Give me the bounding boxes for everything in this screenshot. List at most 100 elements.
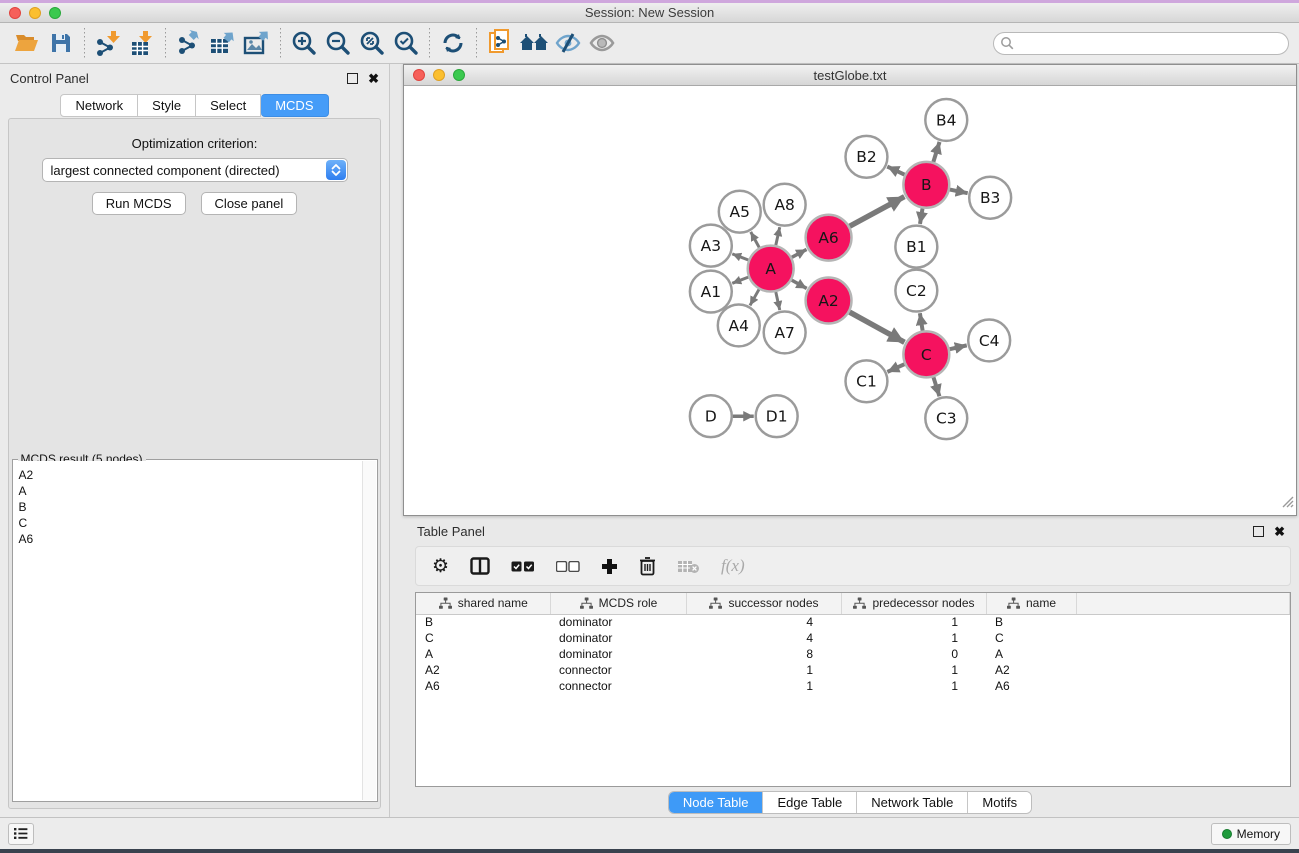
table-options-gear-icon[interactable]: ⚙ — [432, 557, 449, 576]
edge-A-A6[interactable] — [792, 249, 807, 257]
network-canvas[interactable]: B4B2BB3A8A5A6A3B1AA1C2A2A4A7C4CC1DD1C3 — [404, 86, 1296, 515]
table-row[interactable]: A2connector11A2 — [416, 662, 1290, 678]
edge-C-C4[interactable] — [950, 345, 967, 349]
cell[interactable]: A2 — [986, 662, 1076, 678]
show-columns-icon[interactable] — [470, 557, 490, 575]
cell[interactable]: 4 — [686, 630, 841, 646]
edge-A-A1[interactable] — [732, 277, 748, 283]
select-all-columns-icon[interactable] — [511, 561, 535, 572]
edge-B-B2[interactable] — [887, 167, 904, 175]
network-graph[interactable]: B4B2BB3A8A5A6A3B1AA1C2A2A4A7C4CC1DD1C3 — [404, 86, 1296, 515]
export-image-button[interactable] — [240, 27, 274, 59]
criterion-select[interactable]: largest connected component (directed) — [42, 158, 348, 182]
cell[interactable]: dominator — [550, 630, 686, 646]
show-task-history-button[interactable] — [8, 823, 34, 845]
edge-A-A3[interactable] — [732, 254, 748, 260]
run-mcds-button[interactable]: Run MCDS — [92, 192, 186, 215]
result-scrollbar[interactable] — [362, 461, 376, 800]
close-panel-button[interactable]: Close panel — [201, 192, 298, 215]
tab-network[interactable]: Network — [60, 94, 138, 117]
cell[interactable]: dominator — [550, 614, 686, 630]
result-list-item[interactable]: A — [14, 483, 362, 499]
cell[interactable]: A — [986, 646, 1076, 662]
cell[interactable]: connector — [550, 678, 686, 694]
zoom-selected-button[interactable] — [389, 27, 423, 59]
tab-network-table[interactable]: Network Table — [857, 792, 968, 813]
tab-edge-table[interactable]: Edge Table — [763, 792, 857, 813]
cell[interactable]: 8 — [686, 646, 841, 662]
edge-C-C2[interactable] — [920, 313, 923, 331]
export-network-button[interactable] — [172, 27, 206, 59]
cell[interactable]: 1 — [841, 678, 986, 694]
show-graphics-button[interactable] — [585, 27, 619, 59]
save-session-button[interactable] — [44, 27, 78, 59]
refresh-button[interactable] — [436, 27, 470, 59]
open-session-button[interactable] — [10, 27, 44, 59]
zoom-out-button[interactable] — [321, 27, 355, 59]
export-table-button[interactable] — [206, 27, 240, 59]
edge-B-B3[interactable] — [950, 190, 968, 194]
cell[interactable]: C — [416, 630, 550, 646]
delete-column-trash-icon[interactable] — [639, 556, 656, 576]
table-row[interactable]: Adominator80A — [416, 646, 1290, 662]
cell[interactable]: A — [416, 646, 550, 662]
edge-A-A8[interactable] — [776, 227, 780, 245]
edge-A6-B[interactable] — [850, 197, 905, 227]
import-table-button[interactable] — [125, 27, 159, 59]
cell[interactable]: 0 — [841, 646, 986, 662]
edge-A-A2[interactable] — [792, 280, 807, 288]
cell[interactable]: connector — [550, 662, 686, 678]
cell[interactable]: B — [416, 614, 550, 630]
zoom-in-button[interactable] — [287, 27, 321, 59]
cell[interactable]: A2 — [416, 662, 550, 678]
result-list-item[interactable]: B — [14, 499, 362, 515]
column-header-predecessor-nodes[interactable]: predecessor nodes — [841, 593, 986, 614]
tab-select[interactable]: Select — [196, 94, 261, 117]
zoom-fit-button[interactable] — [355, 27, 389, 59]
column-header-MCDS-role[interactable]: MCDS role — [550, 593, 686, 614]
edge-A-A7[interactable] — [776, 292, 780, 310]
edge-C-C3[interactable] — [933, 377, 939, 396]
import-network-button[interactable] — [91, 27, 125, 59]
table-row[interactable]: Bdominator41B — [416, 614, 1290, 630]
node-table[interactable]: shared nameMCDS rolesuccessor nodesprede… — [415, 592, 1291, 787]
tab-mcds[interactable]: MCDS — [261, 94, 328, 117]
tab-style[interactable]: Style — [138, 94, 196, 117]
cell[interactable]: 1 — [686, 678, 841, 694]
function-builder-icon[interactable]: f(x) — [721, 556, 745, 576]
table-row[interactable]: Cdominator41C — [416, 630, 1290, 646]
add-column-icon[interactable] — [601, 558, 618, 575]
cell[interactable]: A6 — [986, 678, 1076, 694]
cell[interactable]: B — [986, 614, 1076, 630]
result-list-item[interactable]: C — [14, 515, 362, 531]
edge-A-A4[interactable] — [750, 289, 759, 305]
edge-A2-C[interactable] — [850, 312, 905, 342]
delete-table-icon[interactable] — [677, 559, 700, 574]
resize-grip-icon[interactable] — [1281, 495, 1294, 513]
cell[interactable]: A6 — [416, 678, 550, 694]
cell[interactable]: 1 — [841, 630, 986, 646]
cell[interactable]: dominator — [550, 646, 686, 662]
cell[interactable]: 1 — [841, 614, 986, 630]
network-window-titlebar[interactable]: testGlobe.txt — [404, 65, 1296, 86]
table-row[interactable]: A6connector11A6 — [416, 678, 1290, 694]
memory-button[interactable]: Memory — [1211, 823, 1291, 845]
hide-graphics-button[interactable] — [551, 27, 585, 59]
float-table-panel-icon[interactable] — [1253, 526, 1264, 537]
result-list-item[interactable]: A2 — [14, 467, 362, 483]
home-button[interactable] — [517, 27, 551, 59]
result-list-item[interactable]: A6 — [14, 531, 362, 547]
share-session-button[interactable] — [483, 27, 517, 59]
edge-B-B4[interactable] — [933, 142, 939, 162]
mcds-result-list[interactable]: A2ABCA6 — [14, 461, 362, 800]
tab-node-table[interactable]: Node Table — [669, 792, 764, 813]
edge-B-B1[interactable] — [920, 208, 923, 224]
column-header-successor-nodes[interactable]: successor nodes — [686, 593, 841, 614]
cell[interactable]: C — [986, 630, 1076, 646]
close-panel-icon[interactable]: ✖ — [368, 73, 379, 84]
edge-C-C1[interactable] — [887, 364, 904, 372]
cell[interactable]: 1 — [841, 662, 986, 678]
column-header-name[interactable]: name — [986, 593, 1076, 614]
cell[interactable]: 4 — [686, 614, 841, 630]
tab-motifs[interactable]: Motifs — [968, 792, 1031, 813]
